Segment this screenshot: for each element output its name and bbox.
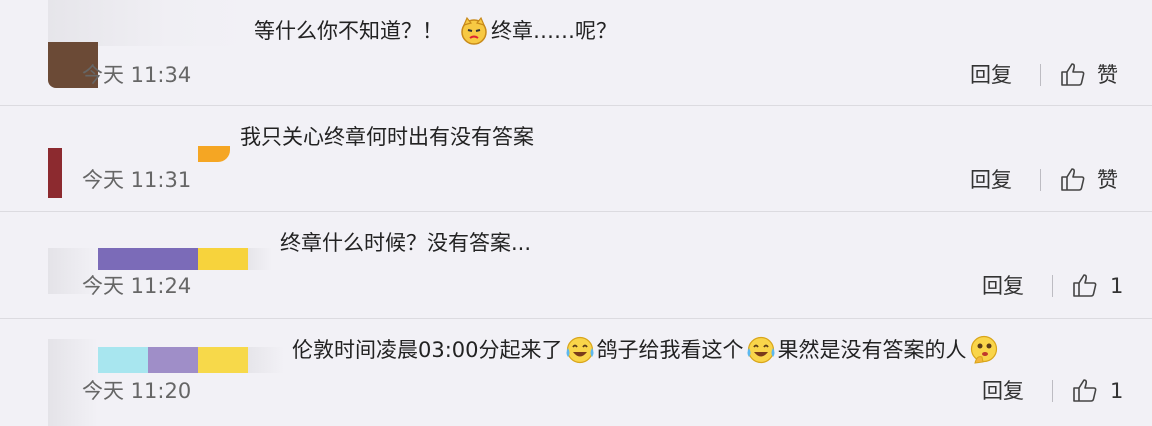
timestamp: 今天 11:24 [82, 274, 192, 298]
cat-face-icon [461, 16, 487, 45]
blurred-username [48, 0, 248, 46]
comment-text-part: 终章……呢？ [491, 19, 617, 43]
thumbs-up-icon[interactable] [1060, 166, 1086, 192]
comment-text: 终章什么时候？没有答案... [280, 228, 531, 258]
thinking-face-icon [970, 335, 997, 364]
separator [1052, 380, 1053, 402]
blurred-username [98, 248, 198, 270]
separator [1040, 64, 1041, 86]
comment-text-part: 果然是没有答案的人 [777, 338, 967, 362]
reply-button[interactable]: 回复 [970, 62, 1012, 88]
blurred-username [198, 347, 248, 373]
separator [1040, 169, 1041, 191]
comment-text: 伦敦时间凌晨03:00分起来了 鸽子给我看这个 果然是没有答案的人 [292, 335, 1001, 365]
blurred-username [148, 347, 198, 373]
like-button[interactable]: 赞 [1097, 167, 1118, 193]
blurred-username [198, 248, 248, 270]
like-count[interactable]: 1 [1110, 273, 1123, 299]
comment-text-part: 终章什么时候？没有答案... [280, 231, 532, 255]
timestamp: 今天 11:20 [82, 379, 192, 403]
blurred-username [198, 146, 230, 162]
comment-row: 我只关心终章何时出有没有答案 今天 11:31 回复 赞 [0, 106, 1152, 210]
like-count[interactable]: 1 [1110, 378, 1123, 404]
comment-row: 终章什么时候？没有答案... 今天 11:24 回复 1 [0, 212, 1152, 318]
comment-text-part: 我只关心终章何时出有没有答案 [240, 125, 534, 149]
crying-laugh-icon [747, 336, 775, 364]
like-button[interactable]: 赞 [1097, 62, 1118, 88]
crying-laugh-icon [566, 336, 594, 364]
comment-text-part: 伦敦时间凌晨03:00分起来了 [292, 338, 563, 362]
comment-text-part: 鸽子给我看这个 [596, 338, 744, 362]
blurred-username [98, 347, 148, 373]
comment-text: 等什么你不知道？！ 终章……呢？ [254, 16, 617, 46]
reply-button[interactable]: 回复 [982, 378, 1024, 404]
comment-row: 伦敦时间凌晨03:00分起来了 鸽子给我看这个 果然是没有答案的人 今天 11:… [0, 319, 1152, 426]
blurred-username [248, 347, 284, 373]
thumbs-up-icon[interactable] [1072, 377, 1098, 403]
comment-text: 我只关心终章何时出有没有答案 [240, 122, 534, 152]
thumbs-up-icon[interactable] [1060, 61, 1086, 87]
comment-text-part: 等什么你不知道？！ [254, 19, 443, 43]
separator [1052, 275, 1053, 297]
blurred-username [248, 248, 272, 270]
reply-button[interactable]: 回复 [970, 167, 1012, 193]
reply-button[interactable]: 回复 [982, 273, 1024, 299]
timestamp: 今天 11:34 [82, 63, 192, 87]
timestamp: 今天 11:31 [82, 168, 192, 192]
thumbs-up-icon[interactable] [1072, 272, 1098, 298]
comment-row: 等什么你不知道？！ 终章……呢？ 今天 11:34 回复 赞 [0, 0, 1152, 105]
